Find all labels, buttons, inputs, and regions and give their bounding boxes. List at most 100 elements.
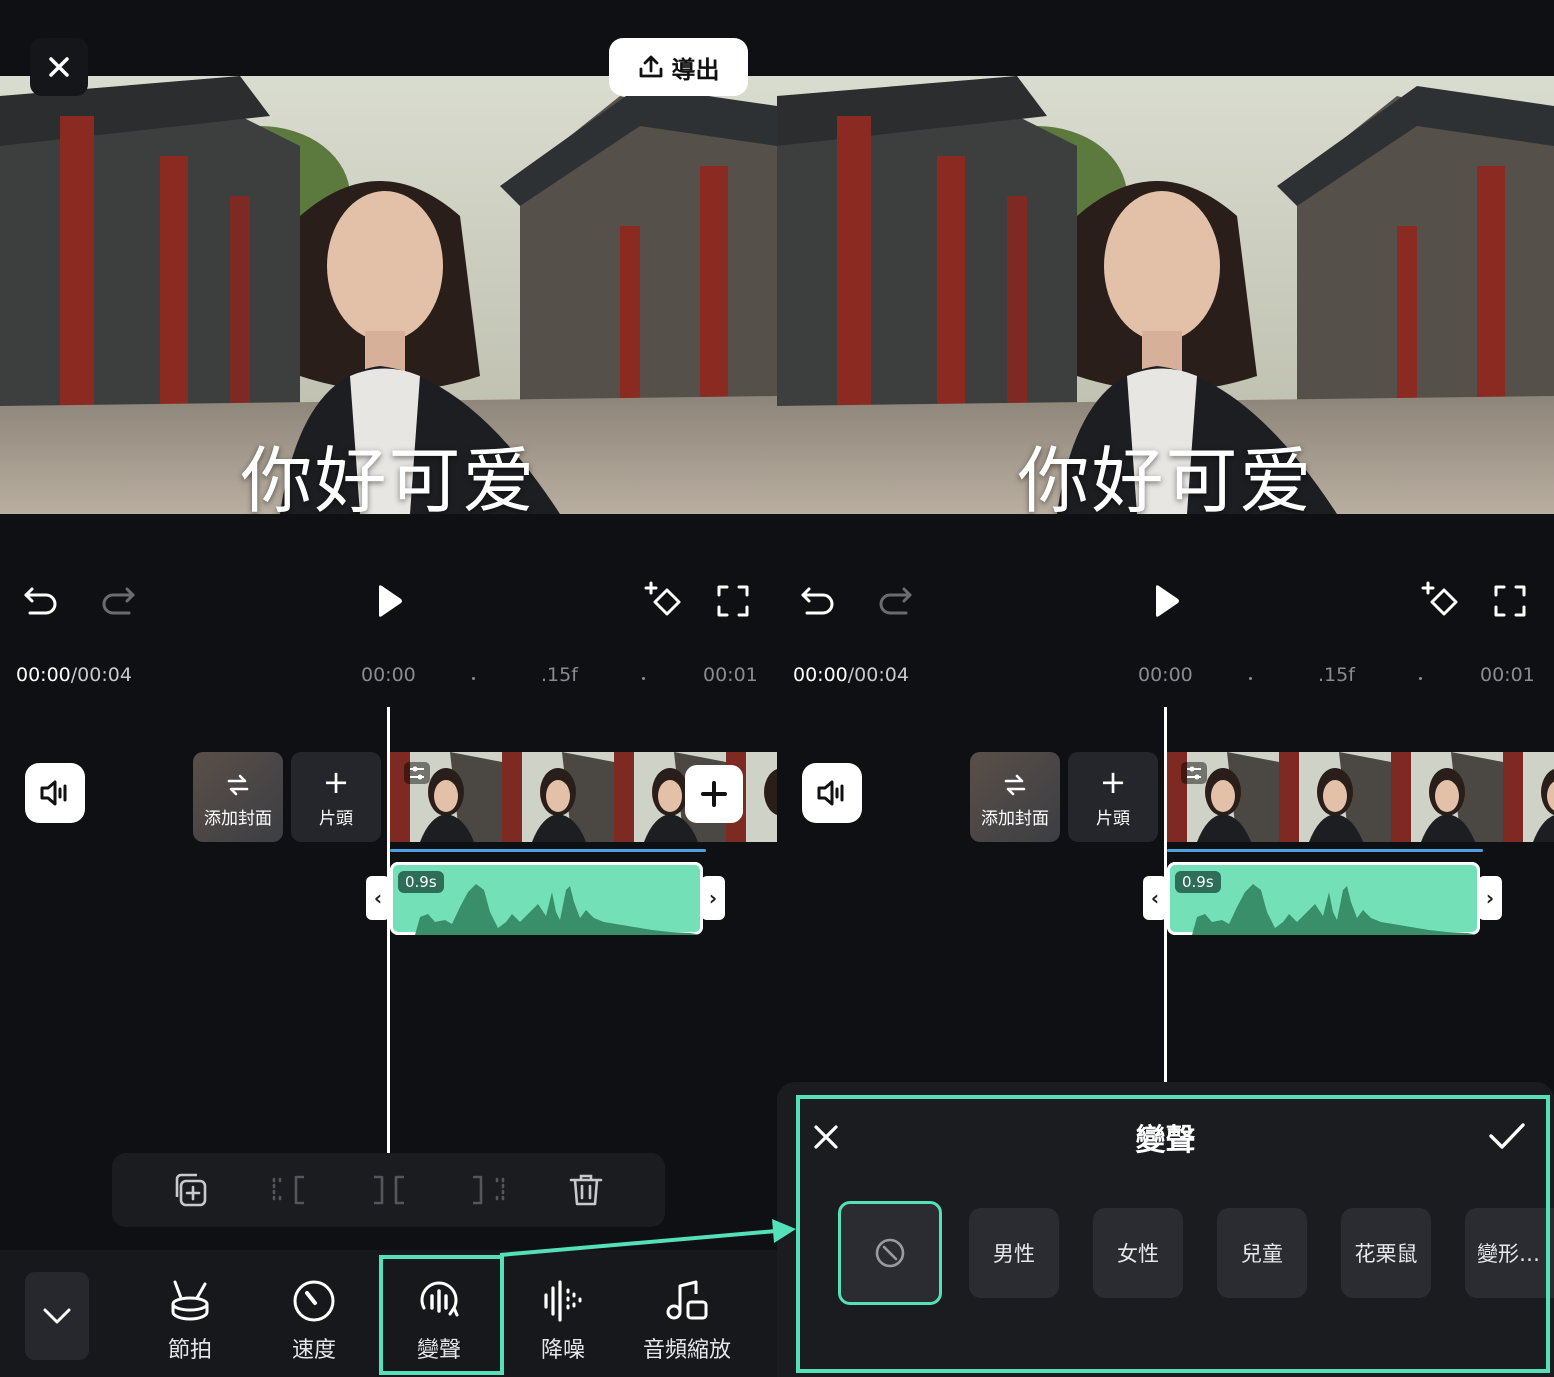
trim-end-icon <box>473 1175 505 1205</box>
swap-icon <box>227 774 249 796</box>
add-intro-label: 片頭 <box>1096 809 1130 829</box>
undo-icon <box>24 587 57 615</box>
play-button[interactable] <box>1143 578 1189 624</box>
add-cover-label: 添加封面 <box>981 809 1049 829</box>
total-time: /00:04 <box>70 664 132 686</box>
redo-icon <box>102 587 135 615</box>
add-intro-button[interactable]: + 片頭 <box>291 752 381 842</box>
fullscreen-icon <box>1494 585 1526 617</box>
close-button[interactable] <box>30 38 88 96</box>
tool-audio-zoom[interactable]: 音頻縮放 <box>627 1278 747 1364</box>
ruler-tick: 00:01 <box>703 664 758 686</box>
speaker-icon <box>40 780 67 806</box>
current-time: 00:00 <box>16 664 71 686</box>
ruler-tick: 00:01 <box>1480 664 1535 686</box>
video-caption: 你好可爱 <box>240 439 537 514</box>
current-time: 00:00 <box>793 664 848 686</box>
redo-button[interactable] <box>872 578 918 624</box>
redo-icon <box>879 587 912 615</box>
trash-icon <box>569 1174 603 1206</box>
split-button <box>368 1169 410 1211</box>
swap-icon <box>1004 774 1026 796</box>
audio-clip[interactable]: 0.9s <box>390 862 703 935</box>
time-display: 00:00/00:04 <box>16 664 132 686</box>
fullscreen-button[interactable] <box>710 578 756 624</box>
audio-duration-badge: 0.9s <box>1175 871 1221 893</box>
plus-icon <box>701 781 727 807</box>
upload-icon <box>639 55 662 78</box>
video-preview: 你好可爱 <box>777 76 1554 514</box>
ruler-tick: .15f <box>1318 664 1355 686</box>
clip-frame <box>1279 752 1391 842</box>
trim-start-icon <box>272 1175 304 1205</box>
ruler-tick: .15f <box>541 664 578 686</box>
export-label: 導出 <box>671 55 720 84</box>
audio-trim-handle-right[interactable]: › <box>701 876 725 920</box>
video-clip-strip[interactable] <box>1167 752 1554 842</box>
ruler-dot <box>642 677 645 680</box>
keyframe-icon <box>1421 581 1458 616</box>
add-intro-label: 片頭 <box>319 809 353 829</box>
fullscreen-button[interactable] <box>1487 578 1533 624</box>
add-cover-button[interactable]: 添加封面 <box>193 752 283 842</box>
tool-noise-reduction[interactable]: 降噪 <box>503 1278 623 1364</box>
trim-start-button <box>268 1169 310 1211</box>
ruler-dot <box>472 677 475 680</box>
mute-audio-button[interactable] <box>802 763 862 823</box>
tool-label: 節拍 <box>167 1338 212 1363</box>
close-icon <box>49 57 69 77</box>
clip-frame <box>1503 752 1554 842</box>
mute-audio-button[interactable] <box>25 763 85 823</box>
audio-duration-badge: 0.9s <box>398 871 444 893</box>
highlight-voice-sheet <box>796 1095 1550 1373</box>
trim-end-button <box>467 1169 509 1211</box>
clip-progress-line <box>1167 849 1483 852</box>
ruler-tick: 00:00 <box>1138 664 1193 686</box>
undo-button[interactable] <box>18 578 64 624</box>
clip-frame <box>502 752 614 842</box>
add-cover-button[interactable]: 添加封面 <box>970 752 1060 842</box>
redo-button[interactable] <box>95 578 141 624</box>
speaker-icon <box>817 780 844 806</box>
playhead[interactable] <box>1164 707 1167 1082</box>
tool-speed[interactable]: 速度 <box>254 1278 374 1364</box>
add-intro-button[interactable]: + 片頭 <box>1068 752 1158 842</box>
audio-trim-handle-right[interactable]: › <box>1478 876 1502 920</box>
plus-icon: + <box>322 763 350 801</box>
play-icon <box>1156 585 1179 617</box>
keyframe-button[interactable] <box>641 578 687 624</box>
clip-progress-line <box>390 849 706 852</box>
speed-icon <box>293 1280 335 1322</box>
time-display: 00:00/00:04 <box>793 664 909 686</box>
add-clip-button[interactable] <box>685 765 743 823</box>
tool-beat[interactable]: 節拍 <box>130 1278 250 1364</box>
plus-icon: + <box>1099 763 1127 801</box>
undo-button[interactable] <box>795 578 841 624</box>
delete-button[interactable] <box>565 1169 607 1211</box>
playhead[interactable] <box>387 707 390 1153</box>
editor-panel-left: 你好可爱 導出 00:00/00:04 00:00 .15f 00:01 添加封… <box>0 0 777 1377</box>
add-cover-label: 添加封面 <box>204 809 272 829</box>
tool-label: 降噪 <box>540 1338 585 1363</box>
audio-zoom-icon <box>666 1280 708 1320</box>
fullscreen-icon <box>717 585 749 617</box>
ruler-dot <box>1419 677 1422 680</box>
keyframe-icon <box>644 581 681 616</box>
video-caption: 你好可爱 <box>1017 439 1314 514</box>
adjust-icon <box>404 762 430 784</box>
duplicate-icon <box>175 1173 207 1207</box>
keyframe-button[interactable] <box>1418 578 1464 624</box>
duplicate-button[interactable] <box>169 1169 211 1211</box>
tool-label: 速度 <box>291 1338 336 1363</box>
play-button[interactable] <box>366 578 412 624</box>
beat-icon <box>171 1280 209 1321</box>
play-icon <box>379 585 402 617</box>
ruler-tick: 00:00 <box>361 664 416 686</box>
video-preview: 你好可爱 <box>0 76 777 514</box>
collapse-button[interactable] <box>25 1272 89 1360</box>
tool-label: 音頻縮放 <box>642 1338 731 1363</box>
adjust-icon <box>1181 762 1207 784</box>
audio-clip[interactable]: 0.9s <box>1167 862 1480 935</box>
split-icon <box>374 1175 404 1205</box>
export-button[interactable]: 導出 <box>609 38 748 96</box>
